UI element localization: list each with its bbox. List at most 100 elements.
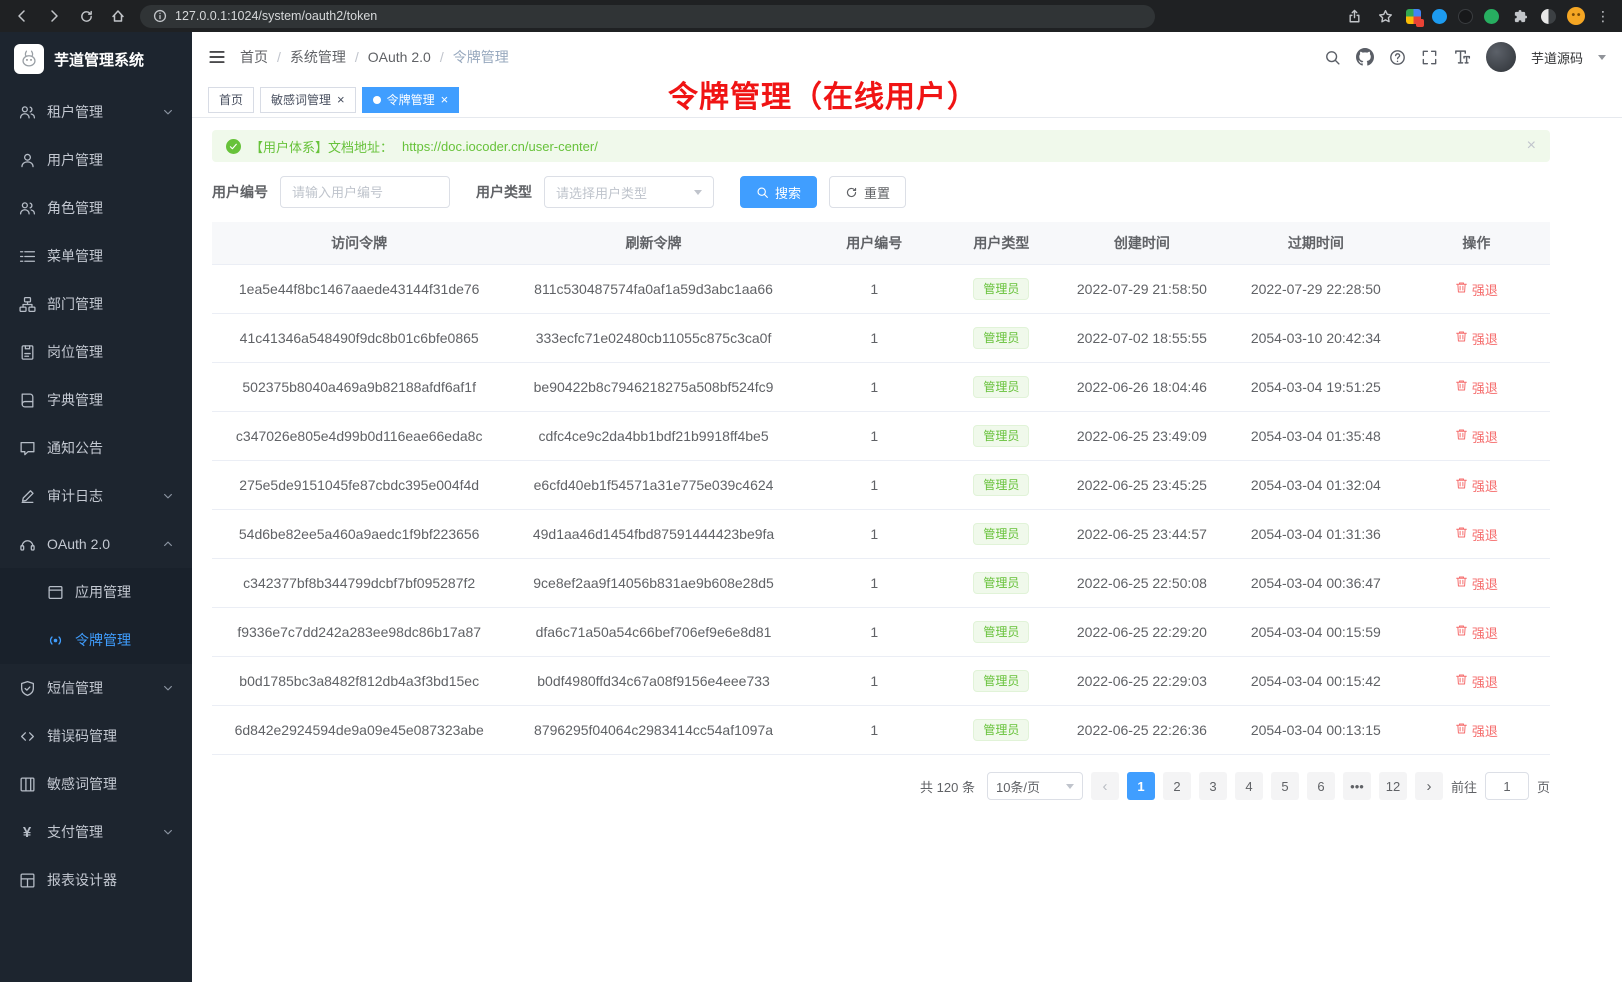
sidebar-item[interactable]: 令牌管理 — [0, 616, 192, 664]
force-logout-button[interactable]: 强退 — [1455, 329, 1498, 348]
user-id-cell: 1 — [801, 314, 948, 363]
screen: 127.0.0.1:1024/system/oauth2/token ⋮ — [0, 0, 1622, 982]
force-logout-button[interactable]: 强退 — [1455, 623, 1498, 642]
sidebar-item-label: 支付管理 — [47, 822, 151, 842]
goto-page-input[interactable] — [1485, 772, 1529, 800]
user-type-cell: 管理员 — [948, 657, 1055, 706]
force-logout-button[interactable]: 强退 — [1455, 378, 1498, 397]
url-bar[interactable]: 127.0.0.1:1024/system/oauth2/token — [140, 5, 1155, 28]
extensions-puzzle-icon[interactable] — [1510, 6, 1530, 26]
sidebar-item[interactable]: 字典管理 — [0, 376, 192, 424]
sidebar-item[interactable]: 报表设计器 — [0, 856, 192, 904]
app-logo[interactable]: 芋道管理系统 — [0, 32, 192, 86]
page-button[interactable]: 1 — [1127, 772, 1155, 800]
sidebar-item[interactable]: 用户管理 — [0, 136, 192, 184]
force-logout-button[interactable]: 强退 — [1455, 574, 1498, 593]
force-logout-button[interactable]: 强退 — [1455, 280, 1498, 299]
tab[interactable]: 令牌管理× — [362, 87, 460, 113]
page-size-select[interactable]: 10条/页 — [987, 772, 1083, 800]
tab[interactable]: 敏感词管理× — [260, 87, 356, 113]
table-row: 54d6be82ee5a460a9aedc1f9bf22365649d1aa46… — [212, 510, 1550, 559]
page-button[interactable]: 2 — [1163, 772, 1191, 800]
force-logout-button[interactable]: 强退 — [1455, 427, 1498, 446]
sidebar-item[interactable]: OAuth 2.0 — [0, 520, 192, 568]
extension-icon[interactable] — [1541, 9, 1556, 24]
browser-menu-icon[interactable]: ⋮ — [1596, 9, 1610, 23]
tab[interactable]: 首页 — [208, 87, 254, 113]
org-icon — [18, 296, 36, 313]
more-pages-button[interactable]: ••• — [1343, 772, 1371, 800]
user-id-cell: 1 — [801, 706, 948, 755]
chevron-down-icon — [162, 682, 174, 694]
tab-close-icon[interactable]: × — [441, 93, 449, 106]
font-size-icon[interactable] — [1453, 48, 1471, 66]
user-id-input[interactable] — [280, 176, 450, 208]
search-button[interactable]: 搜索 — [740, 176, 817, 208]
bookmark-star-icon[interactable] — [1375, 6, 1395, 26]
sidebar-item[interactable]: ¥支付管理 — [0, 808, 192, 856]
fullscreen-icon[interactable] — [1421, 49, 1438, 66]
column-header: 访问令牌 — [212, 222, 506, 265]
prev-page-button[interactable]: ‹ — [1091, 772, 1119, 800]
page-button[interactable]: 3 — [1199, 772, 1227, 800]
page-button[interactable]: 12 — [1379, 772, 1407, 800]
trash-icon — [1455, 281, 1468, 297]
user-type-select[interactable]: 请选择用户类型 — [544, 176, 714, 208]
expire-time-cell: 2054-03-04 01:32:04 — [1229, 461, 1403, 510]
user-type-badge: 管理员 — [973, 523, 1029, 545]
force-logout-button[interactable]: 强退 — [1455, 721, 1498, 740]
sidebar-item[interactable]: 租户管理 — [0, 88, 192, 136]
list-icon — [18, 248, 36, 265]
breadcrumb-item[interactable]: OAuth 2.0 — [368, 49, 431, 65]
browser-profile-avatar[interactable] — [1567, 7, 1585, 25]
sidebar-item[interactable]: 应用管理 — [0, 568, 192, 616]
extension-icon[interactable] — [1484, 9, 1499, 24]
user-avatar[interactable] — [1486, 42, 1516, 72]
extension-icon[interactable] — [1458, 9, 1473, 24]
search-icon[interactable] — [1324, 49, 1341, 66]
force-logout-button[interactable]: 强退 — [1455, 525, 1498, 544]
help-icon[interactable] — [1389, 49, 1406, 66]
collapse-sidebar-icon[interactable] — [208, 48, 226, 66]
sidebar-item[interactable]: 敏感词管理 — [0, 760, 192, 808]
site-info-icon[interactable] — [152, 9, 167, 24]
sidebar-item[interactable]: 岗位管理 — [0, 328, 192, 376]
reset-button[interactable]: 重置 — [829, 176, 906, 208]
force-logout-button[interactable]: 强退 — [1455, 476, 1498, 495]
back-icon[interactable] — [12, 6, 32, 26]
reload-icon[interactable] — [76, 6, 96, 26]
sidebar: 芋道管理系统 租户管理用户管理角色管理菜单管理部门管理岗位管理字典管理通知公告审… — [0, 32, 192, 982]
next-page-button[interactable]: › — [1415, 772, 1443, 800]
sidebar-item[interactable]: 通知公告 — [0, 424, 192, 472]
page-button[interactable]: 6 — [1307, 772, 1335, 800]
sidebar-item[interactable]: 短信管理 — [0, 664, 192, 712]
extension-icon[interactable] — [1432, 9, 1447, 24]
sidebar-item[interactable]: 角色管理 — [0, 184, 192, 232]
tokens-table: 访问令牌刷新令牌用户编号用户类型创建时间过期时间操作 1ea5e44f8bc14… — [212, 222, 1550, 755]
sidebar-item[interactable]: 错误码管理 — [0, 712, 192, 760]
github-icon[interactable] — [1356, 48, 1374, 66]
chevron-down-icon — [1598, 55, 1606, 60]
success-check-icon — [226, 139, 241, 154]
forward-icon[interactable] — [44, 6, 64, 26]
page-button[interactable]: 4 — [1235, 772, 1263, 800]
breadcrumb-item[interactable]: 首页 — [240, 47, 268, 67]
doc-link[interactable]: https://doc.iocoder.cn/user-center/ — [402, 139, 598, 154]
share-icon[interactable] — [1344, 6, 1364, 26]
user-name[interactable]: 芋道源码 — [1531, 48, 1583, 67]
refresh-token-cell: dfa6c71a50a54c66bef706ef9e6e8d81 — [506, 608, 800, 657]
extension-icon[interactable] — [1406, 9, 1421, 24]
signal-icon — [46, 632, 64, 649]
page-button[interactable]: 5 — [1271, 772, 1299, 800]
user-icon — [18, 152, 36, 169]
tab-close-icon[interactable]: × — [337, 93, 345, 106]
home-icon[interactable] — [108, 6, 128, 26]
refresh-token-cell: e6cfd40eb1f54571a31e775e039c4624 — [506, 461, 800, 510]
sidebar-item[interactable]: 审计日志 — [0, 472, 192, 520]
sidebar-item[interactable]: 菜单管理 — [0, 232, 192, 280]
force-logout-button[interactable]: 强退 — [1455, 672, 1498, 691]
breadcrumb-item[interactable]: 系统管理 — [290, 47, 346, 67]
sidebar-item[interactable]: 部门管理 — [0, 280, 192, 328]
alert-close-icon[interactable]: × — [1527, 138, 1536, 154]
create-time-cell: 2022-06-25 23:49:09 — [1055, 412, 1229, 461]
